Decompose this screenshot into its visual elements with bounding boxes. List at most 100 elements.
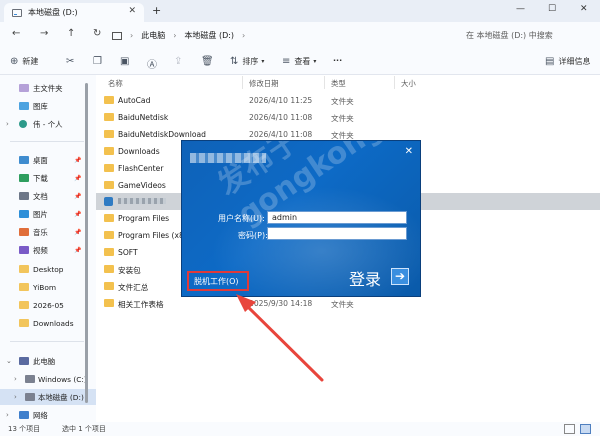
pin-icon[interactable]: 📌 bbox=[74, 175, 81, 182]
file-name: FlashCenter bbox=[118, 164, 164, 173]
sidebar-item-personal[interactable]: › 伟 - 个人 bbox=[0, 116, 96, 132]
breadcrumb-this-pc[interactable]: 此电脑 bbox=[141, 30, 165, 41]
forward-button[interactable]: → bbox=[40, 28, 48, 39]
sidebar-item-label: 视频 bbox=[33, 245, 48, 255]
sort-button[interactable]: ⇅ 排序 ▾ bbox=[230, 56, 264, 67]
new-button[interactable]: ⊕ 新建 bbox=[10, 56, 38, 67]
share-button[interactable]: ⇪ bbox=[174, 56, 186, 67]
new-label: 新建 bbox=[22, 57, 39, 66]
sidebar-item-music[interactable]: 音乐 📌 bbox=[0, 224, 96, 240]
sidebar-item-label: 图片 bbox=[33, 209, 48, 219]
more-options-button[interactable]: ··· bbox=[333, 56, 342, 65]
home-icon bbox=[19, 84, 29, 92]
file-row[interactable]: 相关工作表格 2025/9/30 14:18 文件夹 bbox=[96, 295, 600, 312]
password-input[interactable] bbox=[267, 227, 407, 240]
sidebar-item-2026-05[interactable]: 2026-05 bbox=[0, 297, 96, 313]
pictures-icon bbox=[19, 210, 29, 218]
sidebar-item-desktop[interactable]: 桌面 📌 bbox=[0, 152, 96, 168]
chevron-down-icon[interactable]: ⌄ bbox=[6, 357, 12, 365]
chevron-right-icon[interactable]: › bbox=[14, 375, 17, 383]
breadcrumb-local-disk[interactable]: 本地磁盘 (D:) bbox=[184, 30, 234, 41]
pin-icon[interactable]: 📌 bbox=[74, 247, 81, 254]
sidebar-item-pictures[interactable]: 图片 📌 bbox=[0, 206, 96, 222]
tab-local-disk-d[interactable]: 本地磁盘 (D:) ✕ bbox=[4, 3, 144, 22]
paste-button[interactable]: ▣ bbox=[120, 56, 133, 67]
copy-button[interactable]: ❐ bbox=[93, 56, 106, 67]
sidebar-item-windows-c[interactable]: › Windows (C:) bbox=[0, 371, 96, 387]
pin-icon[interactable]: 📌 bbox=[74, 193, 81, 200]
rename-button[interactable]: Ⓐ bbox=[147, 56, 161, 71]
navigation-bar: ← → ↑ ↻ › 此电脑 › 本地磁盘 (D:) › 在 本地磁盘 (D:) … bbox=[0, 22, 600, 49]
pin-icon[interactable]: 📌 bbox=[74, 211, 81, 218]
chevron-right-icon[interactable]: › bbox=[6, 120, 9, 128]
folder-icon bbox=[104, 282, 114, 290]
item-count: 13 个项目 bbox=[8, 425, 41, 433]
file-row[interactable]: BaiduNetdisk 2026/4/10 11:08 文件夹 bbox=[96, 109, 600, 126]
breadcrumb[interactable]: › 此电脑 › 本地磁盘 (D:) › bbox=[112, 26, 452, 45]
search-input[interactable]: 在 本地磁盘 (D:) 中搜索 bbox=[458, 26, 592, 45]
drive-icon bbox=[12, 8, 22, 17]
back-button[interactable]: ← bbox=[12, 28, 20, 39]
sidebar-item-label: 下载 bbox=[33, 173, 48, 183]
sidebar-scrollbar[interactable] bbox=[85, 83, 88, 403]
column-header-type[interactable]: 类型 bbox=[331, 78, 346, 89]
sidebar-item-label: 伟 - 个人 bbox=[33, 119, 63, 129]
sidebar-item-label: 主文件夹 bbox=[33, 83, 63, 93]
cut-button[interactable]: ✂ bbox=[66, 56, 78, 67]
details-view-icon[interactable] bbox=[564, 424, 575, 434]
sidebar-item-downloads-folder[interactable]: Downloads bbox=[0, 315, 96, 331]
pin-icon[interactable]: 📌 bbox=[74, 157, 81, 164]
login-button[interactable]: 登录 bbox=[349, 266, 381, 290]
file-name: GameVideos bbox=[118, 181, 166, 190]
sidebar-item-downloads[interactable]: 下载 📌 bbox=[0, 170, 96, 186]
documents-icon bbox=[19, 192, 29, 200]
navigation-pane: 主文件夹 图库 › 伟 - 个人 桌面 📌 下载 📌 文档 📌 图片 📌 音乐 … bbox=[0, 75, 96, 422]
offline-work-button[interactable]: 脱机工作(O) bbox=[187, 271, 249, 291]
new-tab-button[interactable]: + bbox=[152, 4, 161, 17]
view-button[interactable]: ≡ 查看 ▾ bbox=[282, 56, 316, 67]
refresh-button[interactable]: ↻ bbox=[93, 28, 101, 39]
details-pane-button[interactable]: ▤ 详细信息 bbox=[545, 56, 590, 67]
view-icon: ≡ bbox=[282, 56, 291, 67]
tab-close-icon[interactable]: ✕ bbox=[128, 6, 136, 16]
share-icon: ⇪ bbox=[174, 56, 183, 67]
arrow-right-icon[interactable]: ➔ bbox=[391, 268, 409, 285]
maximize-button[interactable]: ☐ bbox=[548, 4, 556, 14]
dialog-close-icon[interactable]: ✕ bbox=[405, 146, 413, 157]
sidebar-item-this-pc[interactable]: ⌄ 此电脑 bbox=[0, 353, 96, 369]
copy-icon: ❐ bbox=[93, 56, 102, 67]
sidebar-item-network[interactable]: › 网络 bbox=[0, 407, 96, 423]
pin-icon[interactable]: 📌 bbox=[74, 229, 81, 236]
delete-button[interactable]: 🗑 bbox=[201, 56, 218, 67]
sidebar-item-documents[interactable]: 文档 📌 bbox=[0, 188, 96, 204]
sidebar-item-yibom[interactable]: YiBom bbox=[0, 279, 96, 295]
chevron-right-icon[interactable]: › bbox=[6, 411, 9, 419]
up-button[interactable]: ↑ bbox=[67, 28, 75, 39]
sidebar-item-label: 此电脑 bbox=[33, 356, 56, 366]
column-header-date[interactable]: 修改日期 bbox=[249, 78, 279, 89]
username-input[interactable] bbox=[267, 211, 407, 224]
sidebar-item-gallery[interactable]: 图库 bbox=[0, 98, 96, 114]
tiles-view-icon[interactable] bbox=[580, 424, 591, 434]
column-separator[interactable] bbox=[242, 76, 243, 89]
chevron-right-icon[interactable]: › bbox=[14, 393, 17, 401]
column-separator[interactable] bbox=[394, 76, 395, 89]
column-header-name[interactable]: 名称 bbox=[108, 78, 123, 89]
sidebar-item-label: 图库 bbox=[33, 101, 48, 111]
column-header-size[interactable]: 大小 bbox=[401, 78, 416, 89]
sidebar-item-label: Downloads bbox=[33, 318, 74, 328]
sidebar-item-home[interactable]: 主文件夹 bbox=[0, 80, 96, 96]
paste-icon: ▣ bbox=[120, 56, 130, 67]
sidebar-item-desktop-folder[interactable]: Desktop bbox=[0, 261, 96, 277]
file-row[interactable]: AutoCad 2026/4/10 11:25 文件夹 bbox=[96, 92, 600, 109]
minimize-button[interactable]: — bbox=[516, 4, 525, 14]
folder-icon bbox=[19, 319, 29, 327]
view-label: 查看 bbox=[294, 57, 311, 66]
sidebar-item-videos[interactable]: 视频 📌 bbox=[0, 242, 96, 258]
sidebar-item-local-disk-d[interactable]: › 本地磁盘 (D:) bbox=[0, 389, 96, 405]
column-separator[interactable] bbox=[324, 76, 325, 89]
folder-icon bbox=[104, 248, 114, 256]
pc-icon bbox=[19, 357, 29, 365]
close-window-button[interactable]: ✕ bbox=[580, 4, 588, 14]
folder-icon bbox=[104, 130, 114, 138]
